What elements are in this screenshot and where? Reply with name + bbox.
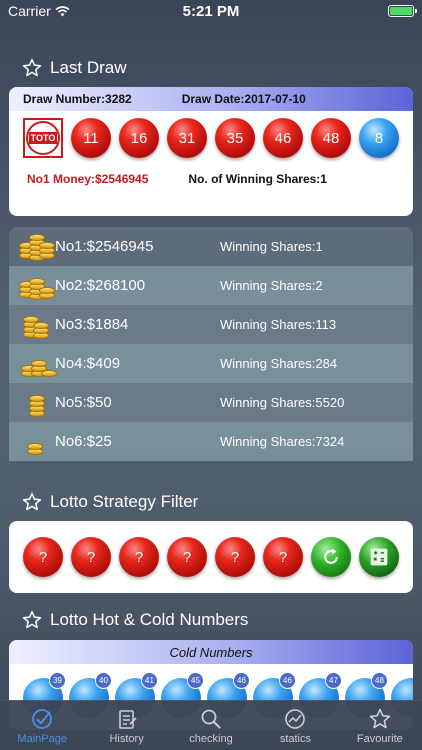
- prize-shares: Winning Shares:113: [220, 317, 337, 332]
- tab-mainpage[interactable]: MainPage: [0, 701, 84, 750]
- calculator-icon: [370, 548, 388, 566]
- last-draw-header: Draw Number:3282 Draw Date:2017-07-10: [9, 87, 413, 111]
- draw-ball: 48: [311, 118, 351, 158]
- draw-ball: 46: [263, 118, 303, 158]
- carrier-group: Carrier: [8, 3, 70, 19]
- coins-icon: [17, 427, 55, 457]
- strategy-title: Lotto Strategy Filter: [22, 492, 198, 512]
- prize-row[interactable]: No4:$409 Winning Shares:284: [9, 344, 413, 383]
- star-icon: [22, 58, 42, 77]
- strategy-ball[interactable]: ?: [71, 537, 111, 577]
- cold-badge: 46: [233, 672, 250, 689]
- hot-cold-title: Lotto Hot & Cold Numbers: [22, 610, 248, 630]
- strategy-balls-row: ? ? ? ? ? ?: [9, 537, 413, 577]
- prize-shares: Winning Shares:284: [220, 356, 338, 371]
- strategy-ball[interactable]: ?: [119, 537, 159, 577]
- cold-numbers-label: Cold Numbers: [169, 644, 253, 660]
- star-icon: [369, 708, 391, 728]
- logo-text: TOTO: [28, 132, 58, 144]
- calculator-button[interactable]: [359, 537, 399, 577]
- last-draw-card: Draw Number:3282 Draw Date:2017-07-10 TO…: [9, 87, 413, 216]
- coins-icon: [17, 271, 55, 301]
- last-draw-label: Last Draw: [50, 58, 127, 77]
- cold-numbers-header: Cold Numbers: [9, 640, 413, 664]
- prize-shares: Winning Shares:1: [220, 239, 323, 254]
- draw-ball: 35: [215, 118, 255, 158]
- strategy-ball[interactable]: ?: [23, 537, 63, 577]
- draw-ball: 11: [71, 118, 111, 158]
- prize-row[interactable]: No3:$1884 Winning Shares:113: [9, 305, 413, 344]
- prize-shares: Winning Shares:7324: [220, 434, 345, 449]
- refresh-icon: [324, 548, 338, 564]
- cold-badge: 39: [49, 672, 66, 689]
- strategy-label: Lotto Strategy Filter: [50, 492, 199, 511]
- prize-label: No6:$25: [55, 433, 112, 450]
- check-circle-icon: [32, 708, 53, 729]
- prize-row[interactable]: No1:$2546945 Winning Shares:1: [9, 227, 413, 266]
- star-icon: [22, 610, 42, 629]
- prize-label: No1:$2546945: [55, 238, 154, 255]
- strategy-ball[interactable]: ?: [215, 537, 255, 577]
- prize-shares: Winning Shares:2: [220, 278, 323, 293]
- prize-shares: Winning Shares:5520: [220, 395, 345, 410]
- tab-label: MainPage: [17, 732, 67, 745]
- refresh-button[interactable]: [311, 537, 351, 577]
- prize-label: No2:$268100: [55, 277, 146, 294]
- coins-icon: [17, 349, 57, 379]
- chart-icon: [285, 708, 306, 729]
- prize-label: No5:$50: [55, 394, 112, 411]
- clipboard-icon: [118, 709, 137, 729]
- hot-cold-label: Lotto Hot & Cold Numbers: [50, 610, 249, 629]
- coins-icon: [17, 232, 55, 262]
- tab-label: Favourite: [356, 732, 403, 745]
- tab-label: statics: [279, 732, 312, 745]
- tab-favourite[interactable]: Favourite: [338, 701, 422, 750]
- prize-row[interactable]: No2:$268100 Winning Shares:2: [9, 266, 413, 305]
- last-draw-title: Last Draw: [22, 58, 127, 78]
- cold-badge: 47: [325, 672, 342, 689]
- tab-history[interactable]: History: [84, 701, 168, 750]
- money-row: No1 Money:$2546945 No. of Winning Shares…: [9, 172, 413, 186]
- tab-bar: MainPage History checking statics Favour…: [0, 700, 422, 750]
- draw-number: Draw Number:3282: [23, 92, 132, 106]
- prize-label: No3:$1884: [55, 316, 129, 333]
- star-icon: [22, 492, 42, 511]
- draw-ball: 16: [119, 118, 159, 158]
- prize-table: No1:$2546945 Winning Shares:1 No2:$26810…: [9, 227, 413, 471]
- draw-date: Draw Date:2017-07-10: [181, 92, 306, 106]
- search-icon: [201, 709, 221, 729]
- wifi-icon: [55, 5, 70, 16]
- tab-label: checking: [189, 732, 233, 745]
- no1-money: No1 Money:$2546945: [27, 172, 149, 186]
- winning-shares: No. of Winning Shares:1: [188, 172, 327, 186]
- cold-badge: 40: [95, 672, 112, 689]
- draw-balls-row: TOTO 11 16 31 35 46 48 8: [9, 118, 413, 158]
- coins-icon: [17, 388, 55, 418]
- battery-icon: [388, 5, 417, 17]
- draw-ball: 31: [167, 118, 207, 158]
- strategy-ball[interactable]: ?: [167, 537, 207, 577]
- cold-badge: 48: [371, 672, 388, 689]
- prize-label: No4:$409: [55, 355, 121, 372]
- prize-row[interactable]: No5:$50 Winning Shares:5520: [9, 383, 413, 422]
- tab-checking[interactable]: checking: [169, 701, 253, 750]
- cold-badge: 41: [141, 672, 158, 689]
- cold-badge: 45: [187, 672, 204, 689]
- coins-icon: [17, 310, 55, 340]
- carrier-label: Carrier: [8, 3, 51, 19]
- strategy-ball[interactable]: ?: [263, 537, 303, 577]
- tab-statics[interactable]: statics: [253, 701, 337, 750]
- strategy-card: ? ? ? ? ? ?: [9, 521, 413, 593]
- toto-logo: TOTO: [23, 118, 63, 158]
- cold-badge: 46: [279, 672, 296, 689]
- tab-label: History: [109, 732, 144, 745]
- prize-row[interactable]: No6:$25 Winning Shares:7324: [9, 422, 413, 461]
- bonus-ball: 8: [359, 118, 399, 158]
- status-bar: Carrier 5:21 PM: [0, 0, 422, 22]
